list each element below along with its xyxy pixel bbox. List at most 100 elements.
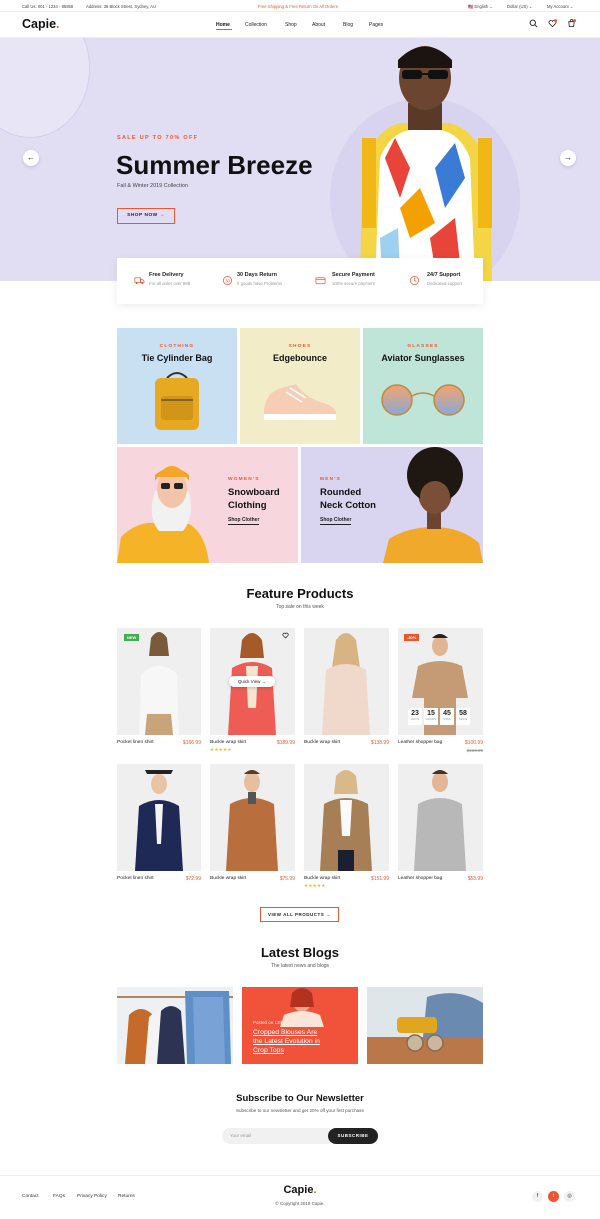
feature-free-delivery: Free Delivery For all order over 99$ — [149, 272, 191, 286]
heart-icon[interactable] — [282, 632, 289, 639]
countdown-hours: 15 HOURS — [424, 708, 438, 725]
wishlist-icon[interactable] — [548, 19, 557, 28]
blogs-subtitle: The latest news and blogs — [270, 963, 330, 969]
features-bar: Free Delivery For all order over 99$ 30 3… — [117, 258, 483, 304]
newsletter-title: Subscribe to Our Newsletter — [236, 1093, 364, 1104]
nav-collection[interactable]: Collection — [245, 22, 267, 28]
product-old-price: $138.99 — [466, 748, 483, 753]
sunglasses-image — [381, 384, 465, 416]
product-name[interactable]: Buckle wrap skirt — [210, 740, 246, 745]
product-price: $151.99 — [370, 876, 389, 882]
nav-about[interactable]: About — [312, 22, 325, 28]
instagram-icon[interactable]: ◎ — [564, 1191, 575, 1202]
nav-pages[interactable]: Pages — [369, 22, 383, 28]
category-tile-glasses[interactable]: GLASSES Aviator Sunglasses — [363, 328, 483, 444]
hero-model-image — [360, 46, 492, 281]
product-price: $53.99 — [467, 876, 483, 882]
shop-clother-link[interactable]: Shop Clother — [228, 517, 260, 525]
nav-active-indicator — [216, 28, 232, 30]
rating-stars: ★★★★★ — [210, 747, 232, 752]
blog-card-image[interactable] — [117, 987, 233, 1064]
product-name[interactable]: Leather shopper bag — [398, 876, 442, 881]
blog-card-image[interactable] — [367, 987, 483, 1064]
site-logo[interactable]: Capie. — [22, 17, 60, 31]
cart-icon[interactable] — [567, 19, 576, 28]
blog-card-featured[interactable]: Posted on 13th Jan 2019 Cropped Blouses … — [242, 987, 358, 1064]
search-icon[interactable] — [529, 19, 538, 28]
new-badge: NEW — [124, 634, 140, 641]
truck-icon — [134, 277, 145, 285]
product-price: $166.99 — [182, 740, 201, 746]
featured-subtitle: Top sale on this week — [276, 604, 324, 610]
men-model-image — [383, 447, 483, 563]
product-price: $75.99 — [279, 876, 295, 882]
top-bar: Call Us: 001 - 1234 - 85858 Address: 38 … — [0, 0, 600, 12]
category-tile-clothing[interactable]: CLOTHING Tie Cylinder Bag — [117, 328, 237, 444]
promo-tile-womens[interactable]: WOMEN'S Snowboard Clothing Shop Clother — [117, 447, 298, 563]
product-card-image[interactable] — [117, 764, 201, 871]
copyright: © Copyright 2019 Capie. — [275, 1201, 325, 1206]
nav-home[interactable]: Home — [216, 22, 230, 28]
promo-tile-mens[interactable]: MEN'S Rounded Neck Cotton Shop Clother — [301, 447, 483, 563]
footer-logo[interactable]: Capie. — [0, 1184, 600, 1196]
sneaker-image — [264, 384, 336, 420]
product-card-image[interactable] — [398, 764, 483, 871]
countdown-mins: 45 MINS — [440, 708, 454, 725]
women-model-image — [117, 466, 209, 563]
hero-subtitle: Fall & Winter 2019 Collection — [117, 183, 188, 189]
feature-30-days-return: 30 Days Return If goods have Problems — [237, 272, 283, 286]
shop-now-button[interactable]: SHOP NOW → — [117, 208, 175, 224]
hero-decoration — [0, 38, 90, 138]
email-input[interactable]: Your email — [222, 1128, 330, 1144]
account-menu[interactable]: My Account ⌄ — [547, 4, 573, 9]
feature-secure-payment: Secure Payment 100% secure payment — [332, 272, 375, 286]
rating-stars: ★★★★★ — [304, 883, 326, 888]
hero-eyebrow: SALE UP TO 70% OFF — [117, 135, 199, 141]
return-icon: 30 — [223, 276, 232, 285]
address-info: Address: 38 Block Street, Sydney, AU — [86, 3, 156, 9]
quick-view-button[interactable]: Quick View → — [229, 676, 275, 687]
product-name[interactable]: Buckle wrap skirt — [304, 876, 340, 881]
svg-text:30: 30 — [225, 278, 230, 283]
discount-badge: -30% — [404, 634, 420, 641]
product-price: $72.99 — [185, 876, 201, 882]
product-name[interactable]: Pocket linen shirt — [117, 876, 154, 881]
facebook-icon[interactable]: f — [532, 1191, 543, 1202]
featured-title: Feature Products — [246, 586, 354, 601]
main-header: Capie. Home Collection Shop About Blog P… — [0, 12, 600, 38]
promo-text: Free Shipping & Free Return On All Order… — [258, 3, 338, 9]
product-name[interactable]: Buckle wrap skirt — [304, 740, 340, 745]
nav-shop[interactable]: Shop — [285, 22, 297, 28]
newsletter-subtitle: Subscribe to our newsletter and get 20% … — [235, 1108, 365, 1113]
feature-24-7-support: 24/7 Support Dedicated support — [427, 272, 462, 286]
hero-prev-arrow-icon[interactable]: ← — [23, 150, 39, 166]
product-name[interactable]: Leather shopper bag — [398, 740, 442, 745]
blog-title-link[interactable]: Cropped Blouses Are the Latest Evolution … — [253, 1028, 320, 1055]
backpack-image — [155, 372, 199, 430]
hero-banner: SALE UP TO 70% OFF Summer Breeze Fall & … — [0, 38, 600, 281]
product-price: $100.99 — [464, 740, 483, 746]
nav-blog[interactable]: Blog — [343, 22, 353, 28]
product-name[interactable]: Buckle wrap skirt — [210, 876, 246, 881]
product-card-image[interactable] — [117, 628, 201, 735]
language-select[interactable]: 🇺🇸 English ⌄ — [468, 4, 493, 10]
shop-clother-link[interactable]: Shop Clother — [320, 517, 352, 525]
category-tile-shoes[interactable]: SHOES Edgebounce — [240, 328, 360, 444]
product-price: $138.99 — [370, 740, 389, 746]
card-icon — [315, 277, 326, 285]
subscribe-button[interactable]: SUBSCRIBE — [328, 1128, 378, 1144]
product-price: $189.99 — [276, 740, 295, 746]
view-all-products-button[interactable]: VIEW ALL PRODUCTS → — [260, 907, 339, 922]
hero-title: Summer Breeze — [116, 150, 313, 180]
call-info: Call Us: 001 - 1234 - 85858 — [22, 3, 74, 9]
countdown-secs: 58 SECS — [456, 708, 470, 725]
currency-select[interactable]: Dollar (US) ⌄ — [507, 4, 532, 9]
countdown-days: 23 DAYS — [408, 708, 422, 725]
product-card-image[interactable] — [210, 764, 295, 871]
hero-next-arrow-icon[interactable]: → — [560, 150, 576, 166]
product-name[interactable]: Pocket linen shirt — [117, 740, 154, 745]
blog-date: Posted on 13th Jan 2019 — [253, 1020, 304, 1025]
product-card-image[interactable] — [304, 764, 389, 871]
product-card-image[interactable] — [304, 628, 389, 735]
twitter-icon[interactable]: t — [548, 1191, 559, 1202]
